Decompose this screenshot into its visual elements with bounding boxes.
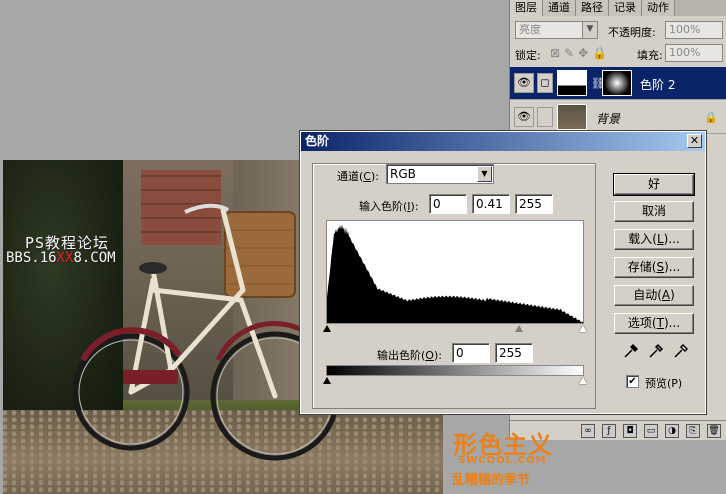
new-layer-icon[interactable]: ⎘ bbox=[686, 423, 700, 438]
fill-label: 填充: bbox=[637, 49, 663, 62]
blend-mode-value: 亮度 bbox=[519, 23, 541, 36]
link-layers-icon[interactable]: ∞ bbox=[581, 423, 595, 438]
gray-eyedropper-icon[interactable] bbox=[647, 343, 665, 361]
watermark-url: BBS.16XX8.COM bbox=[6, 250, 116, 266]
chevron-down-icon: ▼ bbox=[477, 166, 492, 182]
trash-icon[interactable]: 🗑 bbox=[707, 423, 721, 438]
tab-paths[interactable]: 路径 bbox=[576, 0, 609, 16]
black-eyedropper-icon[interactable] bbox=[622, 343, 640, 361]
output-levels-label: 输出色阶(O): bbox=[377, 349, 442, 362]
input-black-slider[interactable] bbox=[323, 325, 331, 332]
preview-label: 预览(P) bbox=[645, 377, 683, 390]
input-white-field[interactable]: 255 bbox=[515, 194, 553, 214]
output-white-slider[interactable] bbox=[579, 377, 587, 384]
lock-label: 锁定: bbox=[515, 49, 541, 62]
cancel-button[interactable]: 取消 bbox=[614, 201, 694, 222]
chevron-down-icon: ▼ bbox=[582, 22, 597, 38]
fill-input[interactable]: 100% bbox=[665, 44, 723, 62]
eye-icon[interactable]: 👁 bbox=[514, 73, 534, 93]
load-button[interactable]: 载入(L)... bbox=[614, 229, 694, 250]
input-black-field[interactable]: 0 bbox=[429, 194, 467, 214]
link-cell bbox=[537, 107, 553, 127]
eye-icon[interactable]: 👁 bbox=[514, 107, 534, 127]
layer-style-icon[interactable]: ƒ bbox=[602, 423, 616, 438]
add-mask-icon[interactable]: ◘ bbox=[623, 423, 637, 438]
input-gamma-field[interactable]: 0.41 bbox=[472, 194, 510, 214]
site-logo: 形色主义 SWCOOL.COM 乱糟糟的季节 bbox=[450, 425, 570, 494]
channel-label: 通道(C): bbox=[337, 170, 379, 183]
layer-type-icon: ◻ bbox=[537, 73, 553, 93]
layer-row-levels[interactable]: 👁 ◻ ⛓ 色阶 2 bbox=[510, 67, 726, 100]
save-button[interactable]: 存储(S)... bbox=[614, 257, 694, 278]
layer-name: 色阶 2 bbox=[640, 78, 676, 92]
white-eyedropper-icon[interactable] bbox=[672, 343, 690, 361]
input-gamma-slider[interactable] bbox=[515, 325, 523, 332]
output-black-field[interactable]: 0 bbox=[452, 343, 490, 363]
adjustment-layer-icon[interactable]: ◑ bbox=[665, 423, 679, 438]
opacity-label: 不透明度: bbox=[608, 26, 656, 39]
lock-icons[interactable]: ⊠✎✥🔒 bbox=[550, 46, 611, 60]
output-black-slider[interactable] bbox=[323, 377, 331, 384]
input-levels-label: 输入色阶(I): bbox=[359, 200, 419, 213]
close-icon[interactable]: ✕ bbox=[687, 134, 702, 148]
logo-site: SWCOOL.COM bbox=[458, 455, 547, 466]
levels-dialog: 色阶 ✕ 通道(C): RGB ▼ 输入色阶(I): 0 0.41 255 输出… bbox=[299, 130, 707, 415]
options-button[interactable]: 选项(T)... bbox=[614, 313, 694, 334]
tab-history[interactable]: 记录 bbox=[609, 0, 642, 16]
histogram-thumb-icon bbox=[557, 70, 587, 96]
tab-channels[interactable]: 通道 bbox=[543, 0, 576, 16]
output-white-field[interactable]: 255 bbox=[495, 343, 533, 363]
channel-select[interactable]: RGB ▼ bbox=[386, 164, 494, 184]
layer-thumbnail bbox=[557, 104, 587, 130]
panel-tabs: 图层 通道 路径 记录 动作 bbox=[510, 0, 726, 16]
tab-layers[interactable]: 图层 bbox=[510, 0, 543, 16]
layer-row-background[interactable]: 👁 背景 🔒 bbox=[510, 101, 726, 134]
auto-button[interactable]: 自动(A) bbox=[614, 285, 694, 306]
layer-name: 背景 bbox=[596, 112, 621, 126]
preview-checkbox[interactable]: ✔ bbox=[626, 375, 639, 388]
layer-mask-thumb bbox=[602, 70, 632, 96]
histogram-graph bbox=[327, 224, 583, 323]
dialog-title: 色阶 bbox=[305, 134, 330, 148]
histogram bbox=[326, 220, 584, 324]
input-white-slider[interactable] bbox=[579, 325, 587, 332]
blend-mode-select[interactable]: 亮度 ▼ bbox=[515, 21, 598, 39]
logo-subtitle: 乱糟糟的季节 bbox=[452, 473, 531, 488]
new-group-icon[interactable]: ▭ bbox=[644, 423, 658, 438]
opacity-input[interactable]: 100% bbox=[665, 21, 723, 39]
output-gradient-bar bbox=[326, 365, 584, 376]
lock-icon: 🔒 bbox=[704, 111, 718, 124]
dialog-titlebar[interactable]: 色阶 ✕ bbox=[301, 132, 705, 151]
ok-button[interactable]: 好 bbox=[613, 173, 695, 196]
tab-actions[interactable]: 动作 bbox=[642, 0, 675, 16]
